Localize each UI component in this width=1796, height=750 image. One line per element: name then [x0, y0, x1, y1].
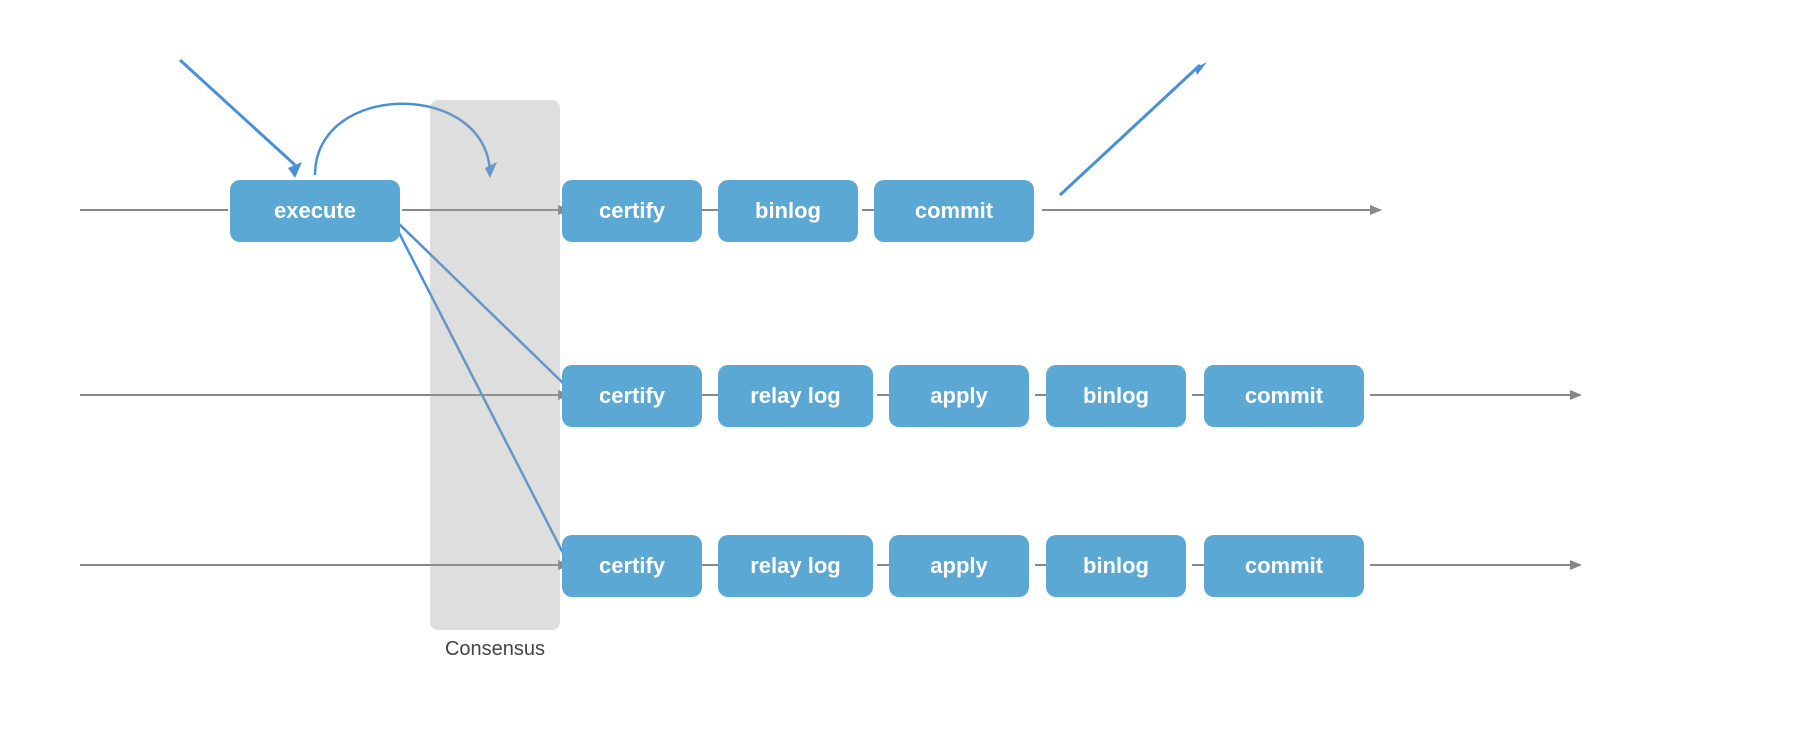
commit2-node: commit — [1204, 365, 1364, 427]
certify3-node: certify — [562, 535, 702, 597]
certify1-node: certify — [562, 180, 702, 242]
binlog1-node: binlog — [718, 180, 858, 242]
execute-node: execute — [230, 180, 400, 242]
consensus-box — [430, 100, 560, 630]
binlog3-node: binlog — [1046, 535, 1186, 597]
diagram-container: Consensus execute certify binlog commit … — [0, 0, 1796, 750]
binlog2-node: binlog — [1046, 365, 1186, 427]
commit3-node: commit — [1204, 535, 1364, 597]
consensus-label: Consensus — [430, 638, 560, 661]
relaylog2-node: relay log — [718, 365, 873, 427]
apply3-node: apply — [889, 535, 1029, 597]
certify2-node: certify — [562, 365, 702, 427]
relaylog3-node: relay log — [718, 535, 873, 597]
commit1-node: commit — [874, 180, 1034, 242]
apply2-node: apply — [889, 365, 1029, 427]
